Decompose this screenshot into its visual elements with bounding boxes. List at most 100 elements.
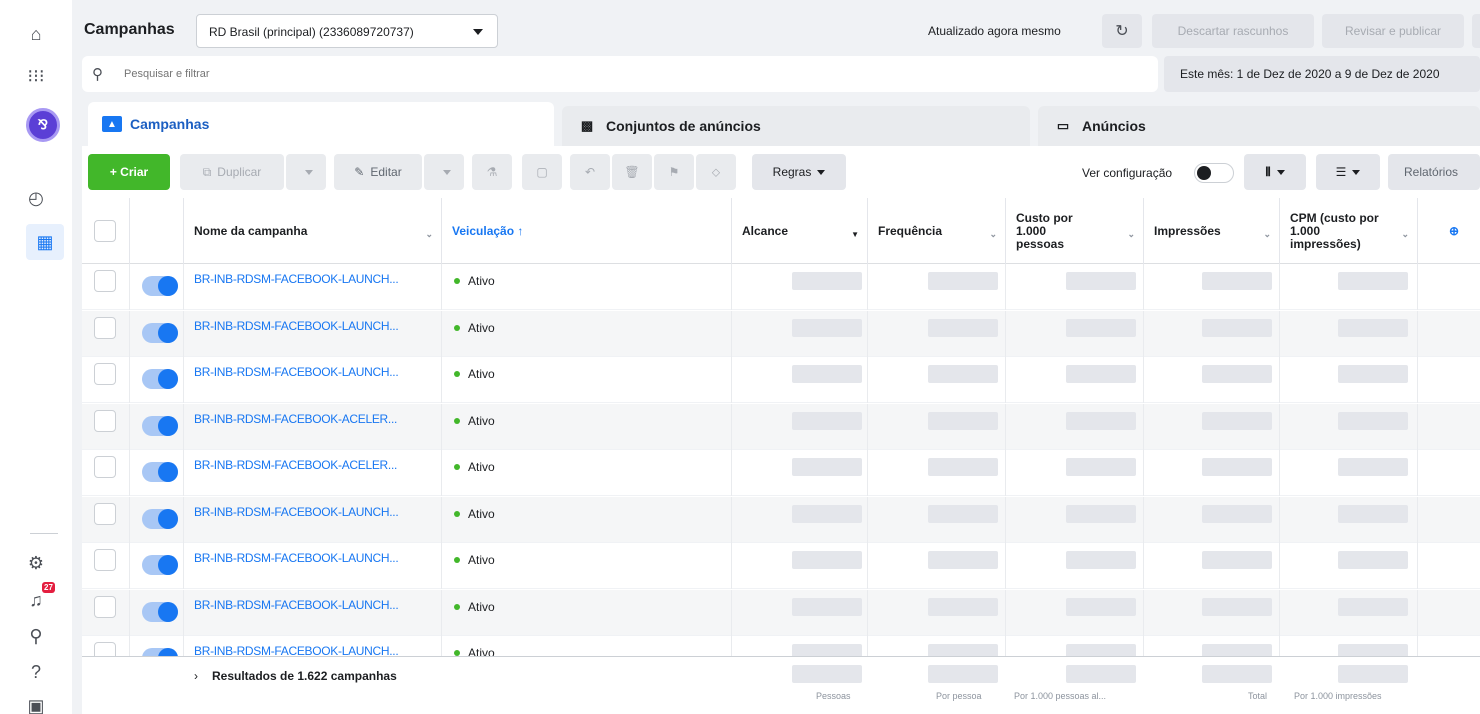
search-icon[interactable]: ⚲	[24, 624, 48, 648]
campaign-name-link[interactable]: BR-INB-RDSM-FACEBOOK-ACELER...	[194, 412, 397, 426]
table-row[interactable]: BR-INB-RDSM-FACEBOOK-LAUNCH... Ativo	[82, 496, 1480, 543]
add-column-button[interactable]: ⊕	[1418, 198, 1480, 264]
table-row[interactable]: BR-INB-RDSM-FACEBOOK-LAUNCH... Ativo	[82, 589, 1480, 636]
home-icon[interactable]: ⌂	[24, 22, 48, 46]
status-dot-icon	[454, 371, 460, 377]
reports-button[interactable]: Relatórios	[1388, 154, 1480, 190]
rules-label: Regras	[772, 165, 812, 179]
campaign-toggle[interactable]	[142, 369, 178, 389]
campaign-toggle[interactable]	[142, 555, 178, 575]
toggle-knob	[158, 555, 178, 575]
header-cost-per-1000[interactable]: Custo por 1.000 pessoas ⌄	[1006, 198, 1144, 264]
refresh-button[interactable]: ↻	[1102, 14, 1142, 48]
campaign-toggle[interactable]	[142, 462, 178, 482]
row-checkbox[interactable]	[94, 270, 116, 292]
header-campaign-name[interactable]: Nome da campanha ⌄	[184, 198, 442, 264]
undo-button[interactable]: ↶	[570, 154, 610, 190]
header-delivery-label: Veiculação ↑	[452, 223, 524, 238]
help-icon[interactable]: ?	[24, 660, 48, 684]
campaigns-table: Nome da campanha ⌄ Veiculação ↑ Alcance ▼ …	[82, 198, 1480, 714]
flask-icon: ⚗	[486, 165, 498, 179]
campaigns-table-icon[interactable]: ▦	[33, 230, 57, 254]
tab-campaigns[interactable]: ▲ Campanhas	[88, 102, 554, 146]
table-row[interactable]: BR-INB-RDSM-FACEBOOK-LAUNCH... Ativo	[82, 264, 1480, 310]
campaign-name-link[interactable]: BR-INB-RDSM-FACEBOOK-LAUNCH...	[194, 272, 399, 286]
campaign-name-link[interactable]: BR-INB-RDSM-FACEBOOK-LAUNCH...	[194, 598, 399, 612]
tab-ad-sets[interactable]: ▩ Conjuntos de anúncios	[562, 106, 1030, 146]
campaign-toggle[interactable]	[142, 415, 178, 436]
metric-value-blurred	[792, 597, 862, 616]
campaign-name-link[interactable]: BR-INB-RDSM-FACEBOOK-LAUNCH...	[194, 319, 399, 333]
table-row[interactable]: BR-INB-RDSM-FACEBOOK-ACELER... Ativo	[82, 403, 1480, 450]
page-title: Campanhas	[84, 21, 175, 38]
discard-drafts-button[interactable]: Descartar rascunhos	[1152, 14, 1314, 48]
ab-test-button[interactable]: ⚗	[472, 154, 512, 190]
campaign-toggle[interactable]	[142, 276, 178, 296]
metric-value-blurred	[792, 458, 862, 476]
header-reach[interactable]: Alcance ▼	[732, 198, 868, 264]
rules-button[interactable]: Regras	[752, 154, 846, 190]
apps-grid-icon[interactable]: ⁝⁝⁝	[24, 64, 48, 88]
status-dot-icon	[454, 324, 460, 331]
tag-button[interactable]: ⬦	[696, 154, 736, 190]
duplicate-dropdown[interactable]	[286, 154, 326, 190]
campaign-name-link[interactable]: BR-INB-RDSM-FACEBOOK-LAUNCH...	[194, 551, 399, 565]
results-summary[interactable]: › Resultados de 1.622 campanhas	[194, 669, 397, 683]
header-frequency[interactable]: Frequência ⌄	[868, 198, 1006, 264]
report-icon[interactable]: ▣	[24, 694, 48, 714]
create-button[interactable]: + Criar	[88, 154, 170, 190]
select-all-checkbox[interactable]	[94, 220, 116, 242]
metric-value-blurred	[928, 504, 998, 523]
header-delivery[interactable]: Veiculação ↑	[442, 198, 732, 264]
table-row[interactable]: BR-INB-RDSM-FACEBOOK-ACELER... Ativo	[82, 450, 1480, 496]
duplicate-button[interactable]: ⧉ Duplicar	[180, 154, 284, 190]
account-avatar[interactable]: ⅋	[26, 108, 60, 142]
date-range-picker[interactable]: Este mês: 1 de Dez de 2020 a 9 de Dez de…	[1164, 56, 1480, 92]
table-cell	[184, 589, 442, 636]
edit-button[interactable]: ✎ Editar	[334, 154, 422, 190]
edit-dropdown[interactable]	[424, 154, 464, 190]
clipboard-button[interactable]: ▢	[522, 154, 562, 190]
campaign-toggle[interactable]	[142, 601, 178, 622]
row-checkbox[interactable]	[94, 502, 116, 525]
more-button[interactable]	[1472, 14, 1480, 48]
breakdown-button[interactable]: ☰	[1316, 154, 1380, 190]
search-input[interactable]	[124, 64, 1024, 84]
row-checkbox[interactable]	[94, 316, 116, 339]
metric-value-blurred	[792, 318, 862, 337]
cost-unit: Por 1.000 pessoas al...	[1014, 691, 1107, 701]
tab-ads[interactable]: ▭ Anúncios	[1038, 106, 1480, 146]
metric-value-blurred	[1066, 458, 1136, 476]
header-impressions[interactable]: Impressões ⌄	[1144, 198, 1280, 264]
row-checkbox[interactable]	[94, 549, 116, 571]
status-dot-icon	[454, 278, 460, 284]
table-cell	[184, 264, 442, 310]
account-selector[interactable]: RD Brasil (principal) (2336089720737)	[196, 14, 498, 48]
table-row[interactable]: BR-INB-RDSM-FACEBOOK-LAUNCH... Ativo	[82, 357, 1480, 403]
metric-value-blurred	[928, 458, 998, 476]
metric-value-blurred	[1202, 504, 1272, 523]
row-checkbox[interactable]	[94, 595, 116, 618]
review-publish-button[interactable]: Revisar e publicar	[1322, 14, 1464, 48]
row-checkbox[interactable]	[94, 456, 116, 478]
row-checkbox[interactable]	[94, 409, 116, 432]
campaign-name-link[interactable]: BR-INB-RDSM-FACEBOOK-LAUNCH...	[194, 365, 399, 379]
campaign-name-link[interactable]: BR-INB-RDSM-FACEBOOK-ACELER...	[194, 458, 397, 472]
view-setting-toggle[interactable]	[1194, 163, 1234, 183]
metric-value-blurred	[1066, 318, 1136, 337]
campaign-toggle[interactable]	[142, 508, 178, 529]
row-checkbox[interactable]	[94, 363, 116, 385]
columns-button[interactable]: ⦀	[1244, 154, 1306, 190]
header-cpm[interactable]: CPM (custo por 1.000 impressões) ⌄	[1280, 198, 1418, 264]
table-row[interactable]: BR-INB-RDSM-FACEBOOK-LAUNCH... Ativo	[82, 543, 1480, 589]
table-row[interactable]: BR-INB-RDSM-FACEBOOK-LAUNCH... Ativo	[82, 310, 1480, 357]
settings-gear-icon[interactable]: ⚙	[24, 551, 48, 575]
dashboard-gauge-icon[interactable]: ◴	[24, 186, 48, 210]
tab-ad-sets-label: Conjuntos de anúncios	[606, 118, 761, 134]
preview-button[interactable]: ⚑	[654, 154, 694, 190]
undo-icon: ↶	[584, 165, 596, 179]
campaign-toggle[interactable]	[142, 322, 178, 343]
campaign-name-link[interactable]: BR-INB-RDSM-FACEBOOK-LAUNCH...	[194, 505, 399, 519]
delete-button[interactable]: 🗑	[612, 154, 652, 190]
delivery-status-label: Ativo	[468, 460, 495, 474]
